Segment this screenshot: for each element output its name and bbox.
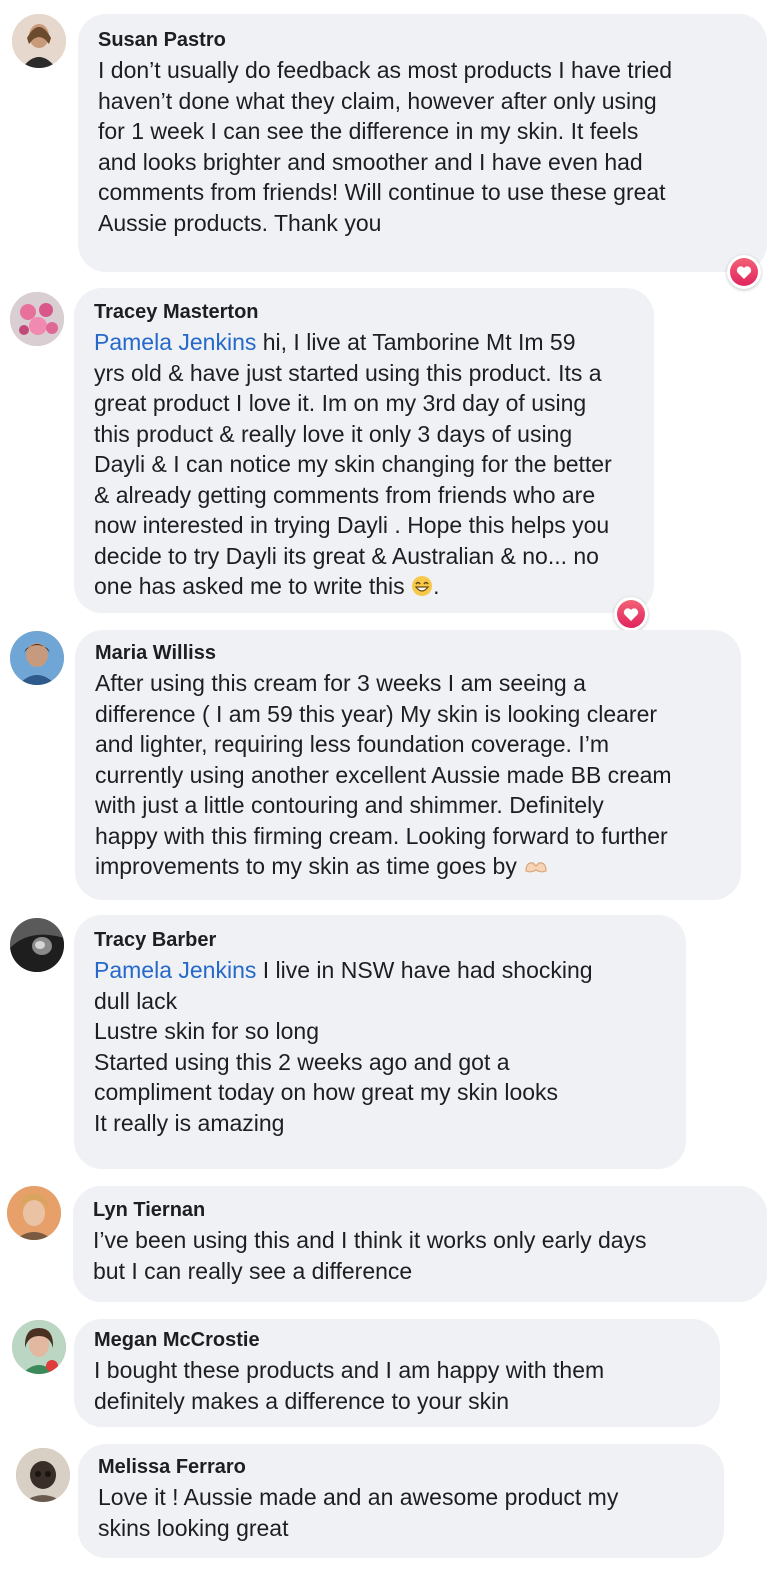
commenter-name[interactable]: Lyn Tiernan: [93, 1198, 747, 1222]
comment-text: Pamela Jenkins I live in NSW have had sh…: [94, 957, 593, 1136]
comment-bubble: Megan McCrostie I bought these products …: [74, 1319, 720, 1427]
comment-bubble: Tracy Barber Pamela Jenkins I live in NS…: [74, 915, 686, 1169]
avatar[interactable]: [10, 292, 64, 346]
mention-link[interactable]: Pamela Jenkins: [94, 329, 256, 355]
comment-bubble: Maria Williss After using this cream for…: [75, 630, 741, 900]
comment-text: Love it ! Aussie made and an awesome pro…: [98, 1484, 619, 1541]
avatar[interactable]: [10, 918, 64, 972]
commenter-name[interactable]: Tracey Masterton: [94, 300, 634, 324]
avatar[interactable]: [12, 14, 66, 68]
mention-link[interactable]: Pamela Jenkins: [94, 957, 256, 983]
avatar[interactable]: [16, 1448, 70, 1502]
commenter-name[interactable]: Megan McCrostie: [94, 1328, 700, 1352]
grinning-face-emoji: [411, 574, 433, 605]
comment-bubble: Lyn Tiernan I’ve been using this and I t…: [73, 1186, 767, 1302]
commenter-name[interactable]: Melissa Ferraro: [98, 1455, 704, 1479]
comment-text: After using this cream for 3 weeks I am …: [95, 668, 721, 885]
comment-bubble: Susan Pastro I don’t usually do feedback…: [78, 14, 767, 272]
heart-reaction-icon[interactable]: [614, 597, 648, 631]
comment-text: I don’t usually do feedback as most prod…: [98, 57, 673, 236]
comment-text: Pamela Jenkins hi, I live at Tamborine M…: [94, 327, 634, 605]
comment-text: I’ve been using this and I think it work…: [93, 1227, 647, 1284]
heart-reaction-icon[interactable]: [727, 255, 761, 289]
avatar[interactable]: [10, 631, 64, 685]
avatar[interactable]: [12, 1320, 66, 1374]
comment-bubble: Melissa Ferraro Love it ! Aussie made an…: [78, 1444, 724, 1558]
comment-text: I bought these products and I am happy w…: [94, 1357, 605, 1414]
commenter-name[interactable]: Maria Williss: [95, 641, 721, 665]
comment-bubble: Tracey Masterton Pamela Jenkins hi, I li…: [74, 288, 654, 613]
avatar[interactable]: [7, 1186, 61, 1240]
commenter-name[interactable]: Tracy Barber: [94, 928, 666, 952]
commenter-name[interactable]: Susan Pastro: [98, 28, 747, 52]
heart-hands-emoji: [523, 854, 549, 885]
